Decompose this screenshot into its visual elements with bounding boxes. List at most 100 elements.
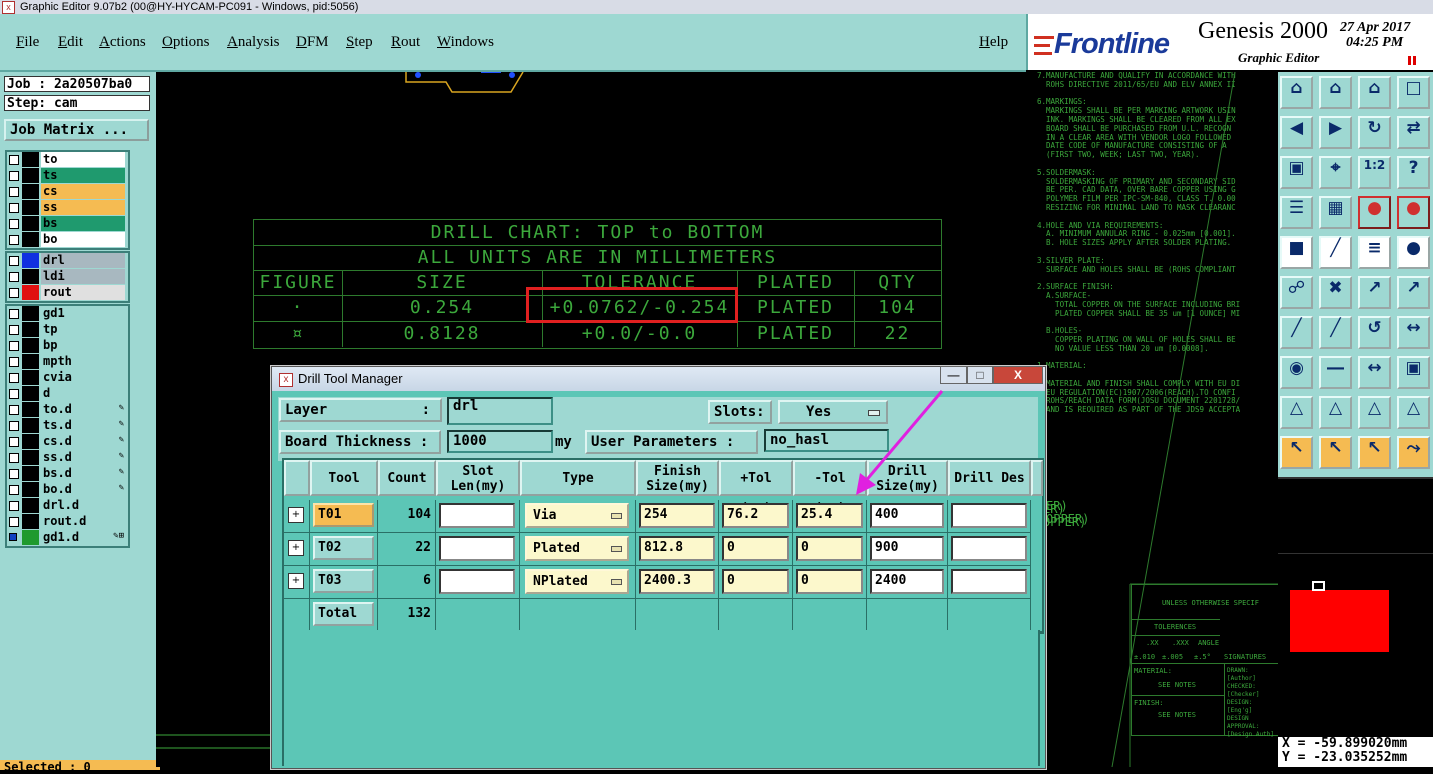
layer-color-swatch[interactable] bbox=[22, 200, 39, 215]
shape-icon[interactable]: ▣ bbox=[1397, 356, 1430, 389]
layer-color-swatch[interactable] bbox=[22, 386, 39, 401]
layer-color-swatch[interactable] bbox=[22, 354, 39, 369]
plus-tol-cell[interactable]: 0 bbox=[719, 566, 793, 599]
type-dropdown[interactable]: NPlated bbox=[525, 569, 629, 594]
layer-checkbox[interactable] bbox=[9, 341, 19, 351]
layer-name[interactable]: ts bbox=[41, 168, 125, 183]
type-cell[interactable]: NPlated bbox=[520, 566, 636, 599]
flip-icon[interactable]: ↔ bbox=[1397, 316, 1430, 349]
layer-row-ts-d[interactable]: ts.d ✎ bbox=[7, 418, 128, 434]
layer-name[interactable]: bs.d bbox=[41, 466, 125, 481]
menu-windows[interactable]: Windows bbox=[437, 34, 494, 51]
drill-size-input[interactable]: 400 bbox=[870, 503, 944, 528]
layer-checkbox[interactable] bbox=[9, 437, 19, 447]
layer-row-to[interactable]: to bbox=[7, 152, 128, 168]
layer-checkbox[interactable] bbox=[9, 256, 19, 266]
menu-rout[interactable]: Rout bbox=[391, 34, 420, 51]
layer-row-d[interactable]: d bbox=[7, 386, 128, 402]
layer-row-mpth[interactable]: mpth bbox=[7, 354, 128, 370]
drill-size-cell[interactable]: 900 bbox=[867, 533, 948, 566]
grid-icon[interactable]: ▦ bbox=[1319, 196, 1352, 229]
layer-name[interactable]: cs.d bbox=[41, 434, 125, 449]
menu-actions[interactable]: Actions bbox=[99, 34, 146, 51]
slot-len-cell[interactable] bbox=[436, 533, 520, 566]
menu-edit[interactable]: Edit bbox=[58, 34, 83, 51]
layer-checkbox[interactable] bbox=[9, 501, 19, 511]
row-expand[interactable]: + bbox=[284, 533, 310, 566]
layer-row-cvia[interactable]: cvia bbox=[7, 370, 128, 386]
layer-checkbox[interactable] bbox=[9, 373, 19, 383]
traffic-light-icon[interactable]: ● bbox=[1358, 196, 1391, 229]
layer-checkbox[interactable] bbox=[9, 272, 19, 282]
layer-checkbox[interactable] bbox=[9, 187, 19, 197]
layer-name[interactable]: cs bbox=[41, 184, 125, 199]
draw-line-icon[interactable]: ╱ bbox=[1280, 316, 1313, 349]
layer-row-gd1[interactable]: gd1 bbox=[7, 306, 128, 322]
slot-len-cell[interactable] bbox=[436, 566, 520, 599]
layer-row-to-d[interactable]: to.d ✎ bbox=[7, 402, 128, 418]
type-dropdown[interactable]: Via bbox=[525, 503, 629, 528]
drill-des-input[interactable] bbox=[951, 503, 1027, 528]
zoom-center-icon[interactable]: ⌖ bbox=[1319, 156, 1352, 189]
type-dropdown[interactable]: Plated bbox=[525, 536, 629, 561]
layer-name[interactable]: bo bbox=[41, 232, 125, 247]
layer-name[interactable]: ss bbox=[41, 200, 125, 215]
layer-color-swatch[interactable] bbox=[22, 306, 39, 321]
menu-file[interactable]: File bbox=[16, 34, 39, 51]
overview-preview[interactable] bbox=[1278, 477, 1433, 739]
layer-row-rout-d[interactable]: rout.d bbox=[7, 514, 128, 530]
layer-name[interactable]: ts.d bbox=[41, 418, 125, 433]
layer-checkbox[interactable] bbox=[9, 357, 19, 367]
layer-checkbox[interactable] bbox=[9, 309, 19, 319]
layer-color-swatch[interactable] bbox=[22, 498, 39, 513]
layer-row-ldi[interactable]: ldi bbox=[7, 269, 128, 285]
layer-color-swatch[interactable] bbox=[22, 530, 39, 545]
copy-icon[interactable]: ↗ bbox=[1397, 276, 1430, 309]
layer-row-bs-d[interactable]: bs.d ✎ bbox=[7, 466, 128, 482]
drill-des-cell[interactable] bbox=[948, 500, 1031, 533]
layer-checkbox[interactable] bbox=[9, 389, 19, 399]
layer-color-swatch[interactable] bbox=[22, 253, 39, 268]
node-icon[interactable]: ◉ bbox=[1280, 356, 1313, 389]
maximize-button[interactable]: □ bbox=[967, 366, 993, 384]
type-cell[interactable]: Plated bbox=[520, 533, 636, 566]
layer-checkbox[interactable] bbox=[9, 517, 19, 527]
layer-name[interactable]: gd1 bbox=[41, 306, 125, 321]
job-matrix-button[interactable]: Job Matrix ... bbox=[4, 119, 149, 141]
help-icon[interactable]: ? bbox=[1397, 156, 1430, 189]
layer-row-ts[interactable]: ts bbox=[7, 168, 128, 184]
layer-color-swatch[interactable] bbox=[22, 434, 39, 449]
minus-tol-input[interactable]: 25.4 bbox=[796, 503, 863, 528]
drill-size-cell[interactable]: 2400 bbox=[867, 566, 948, 599]
circle-icon[interactable]: ● bbox=[1397, 236, 1430, 269]
layer-row-bo-d[interactable]: bo.d ✎ bbox=[7, 482, 128, 498]
layer-row-cs-d[interactable]: cs.d ✎ bbox=[7, 434, 128, 450]
layer-row-bp[interactable]: bp bbox=[7, 338, 128, 354]
route-icon[interactable]: ⤳ bbox=[1397, 436, 1430, 469]
row-expand[interactable]: + bbox=[284, 566, 310, 599]
drill-des-input[interactable] bbox=[951, 569, 1027, 594]
layer-checkbox[interactable] bbox=[9, 485, 19, 495]
drill-des-input[interactable] bbox=[951, 536, 1027, 561]
traffic-light-red-icon[interactable]: ● bbox=[1397, 196, 1430, 229]
slot-len-input[interactable] bbox=[439, 503, 515, 528]
home-up-icon[interactable]: ⌂ bbox=[1280, 76, 1313, 109]
layer-row-cs[interactable]: cs bbox=[7, 184, 128, 200]
expand-icon[interactable]: + bbox=[288, 507, 304, 523]
drill-des-cell[interactable] bbox=[948, 533, 1031, 566]
minus-tol-cell[interactable]: 25.4 bbox=[793, 500, 867, 533]
home-icon[interactable]: ⌂ bbox=[1358, 76, 1391, 109]
board-thickness-input[interactable]: 1000 bbox=[447, 430, 553, 453]
layer-checkbox[interactable] bbox=[9, 453, 19, 463]
layer-color-swatch[interactable] bbox=[22, 285, 39, 300]
finish-size-cell[interactable]: 254 bbox=[636, 500, 719, 533]
layer-name[interactable]: mpth bbox=[41, 354, 125, 369]
layer-row-ss-d[interactable]: ss.d ✎ bbox=[7, 450, 128, 466]
layer-row-bo[interactable]: bo bbox=[7, 232, 128, 248]
layer-name[interactable]: tp bbox=[41, 322, 125, 337]
layer-row-bs[interactable]: bs bbox=[7, 216, 128, 232]
layer-color-swatch[interactable] bbox=[22, 370, 39, 385]
minus-tol-cell[interactable]: 0 bbox=[793, 533, 867, 566]
layer-row-gd1-d[interactable]: gd1.d ✎⊞ bbox=[7, 530, 128, 546]
tool-name-button[interactable]: T02 bbox=[313, 536, 374, 560]
